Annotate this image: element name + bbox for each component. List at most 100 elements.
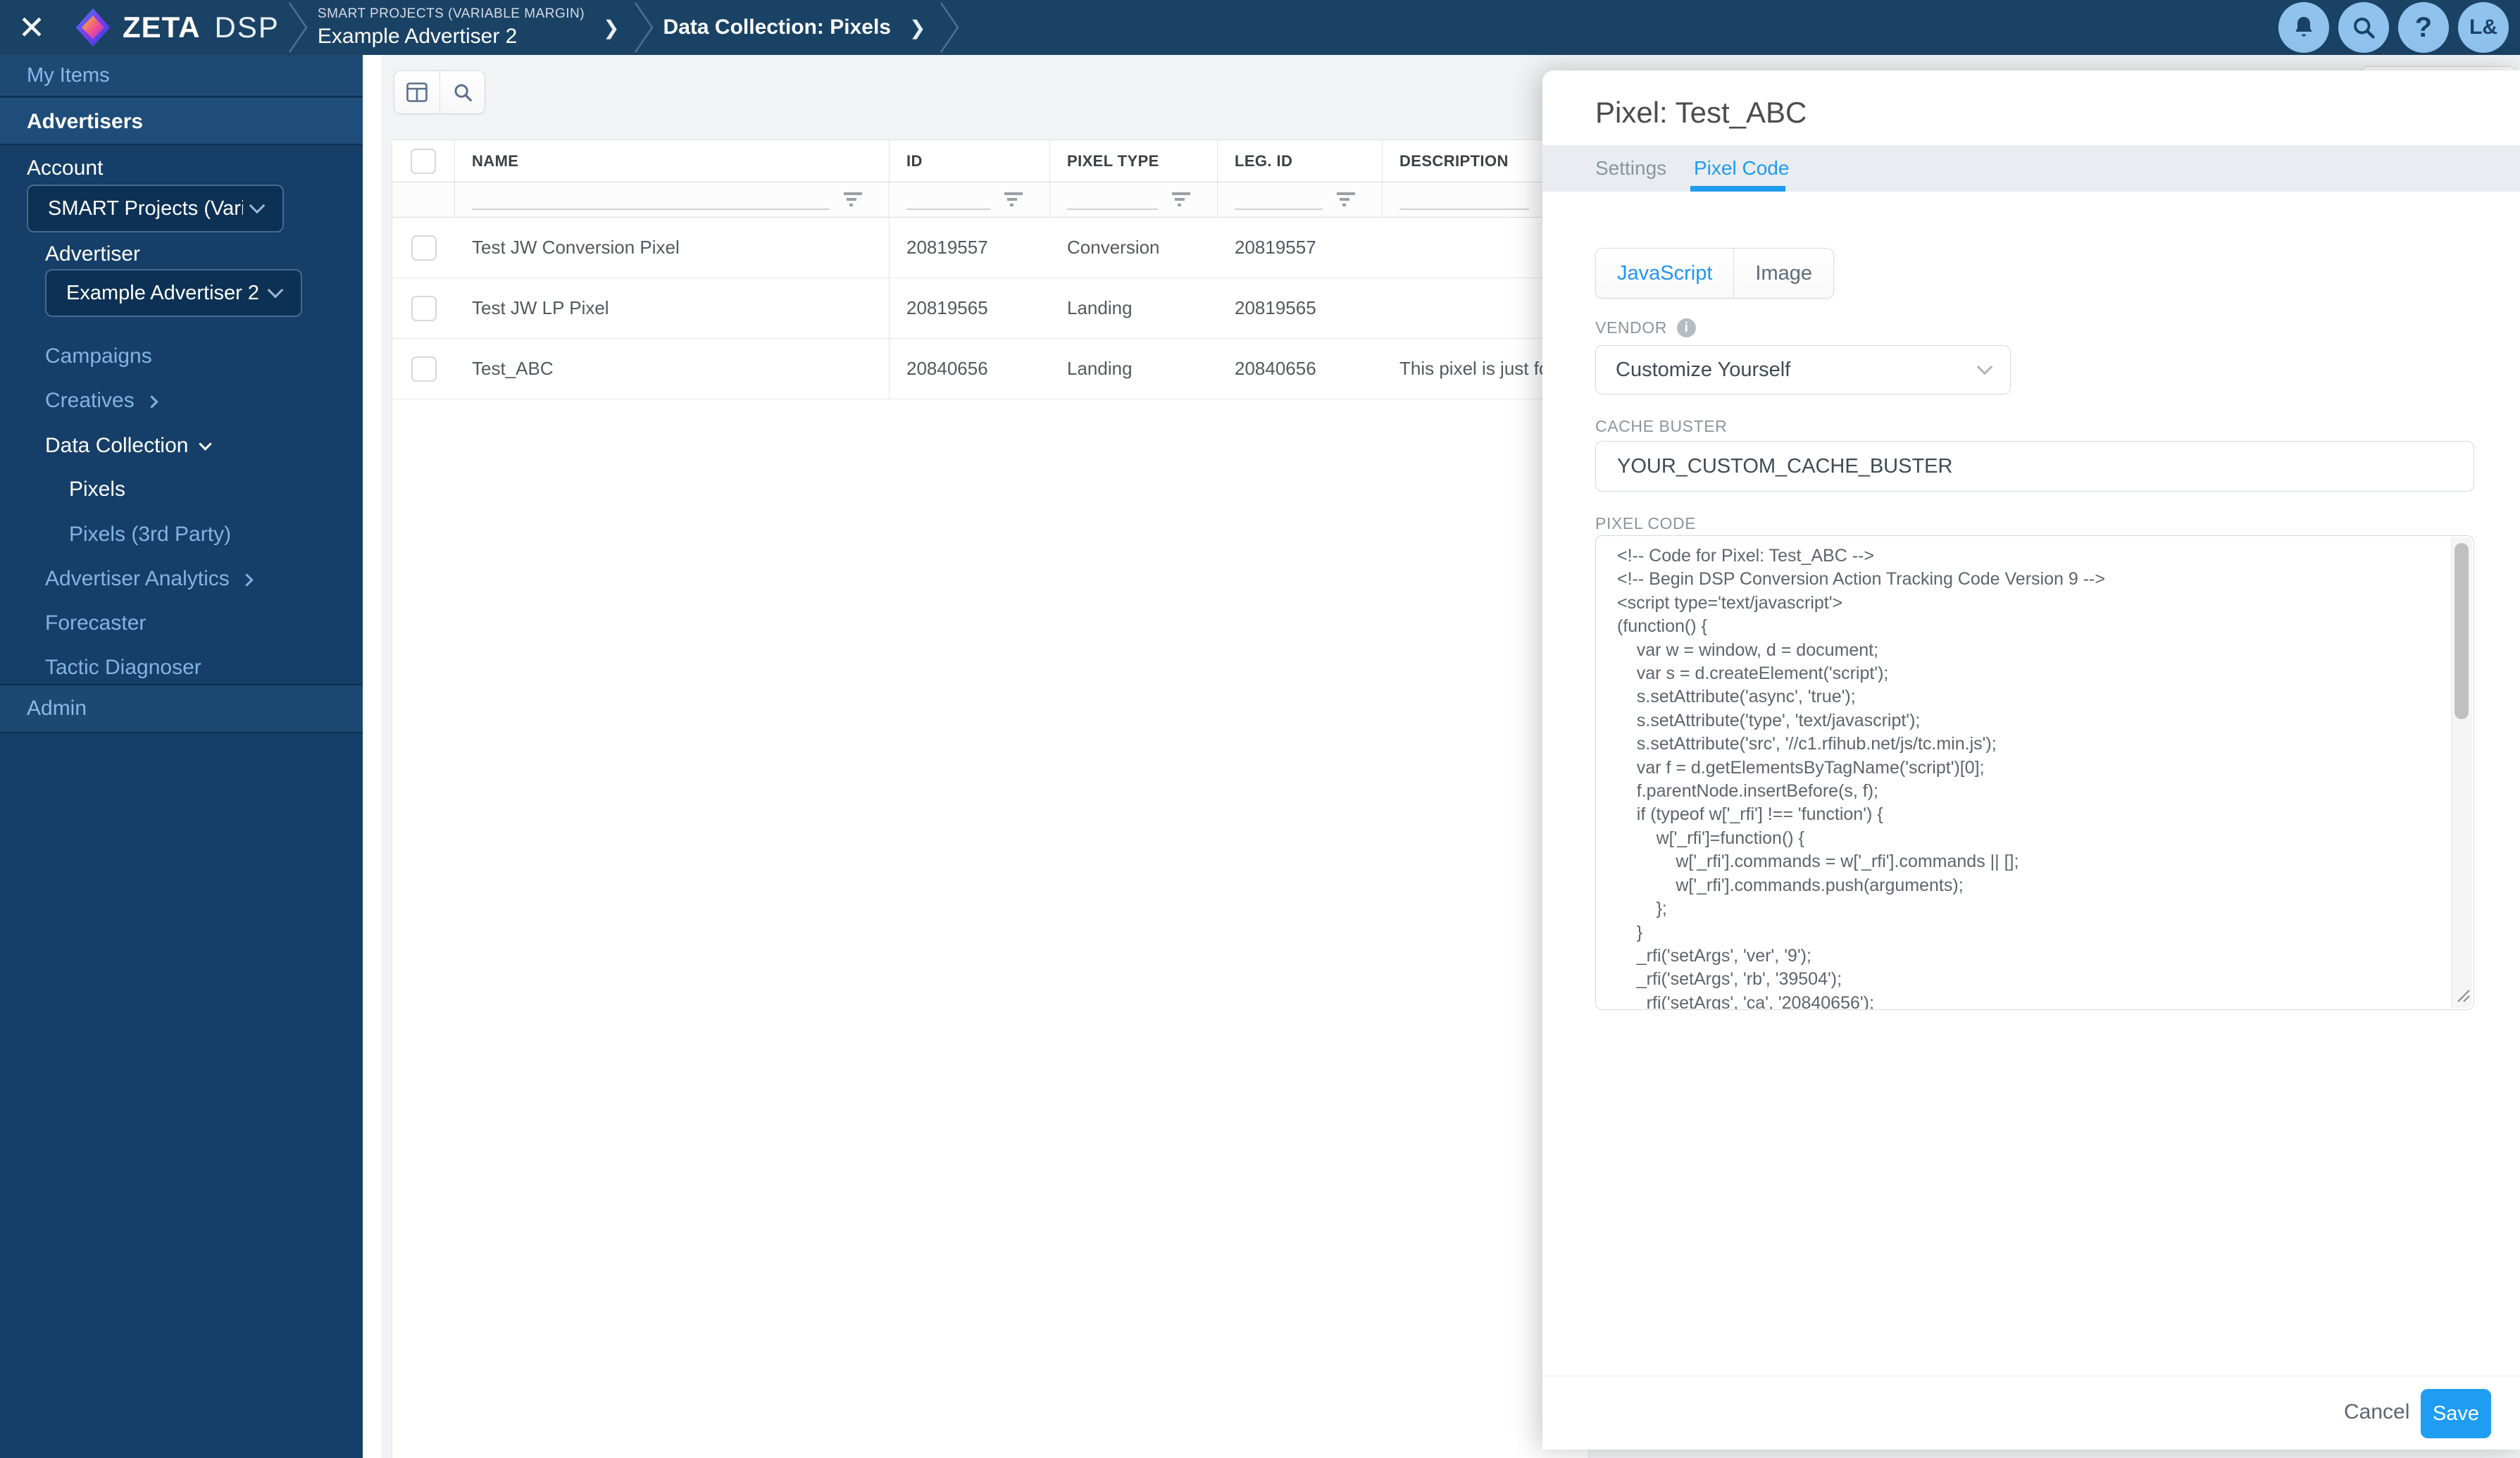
filter-cell-leg-id — [1218, 182, 1383, 217]
cell-pixel-type: Landing — [1050, 339, 1218, 399]
sidebar-item-advertiser-analytics[interactable]: Advertiser Analytics — [45, 564, 251, 594]
breadcrumb-separator — [938, 0, 962, 55]
chevron-down-icon — [199, 437, 212, 450]
table-row[interactable]: Test_ABC 20840656 Landing 20840656 This … — [392, 339, 1588, 399]
filter-icon[interactable] — [1335, 189, 1358, 213]
grid-search-button[interactable] — [439, 71, 485, 113]
breadcrumb-account-label: SMART PROJECTS (VARIABLE MARGIN) — [318, 6, 585, 22]
app: ✕ ZETA DSP SMART PROJECTS (VAR — [0, 0, 2520, 1458]
sidebar-item-pixels[interactable]: Pixels — [69, 475, 125, 504]
active-tab-indicator — [1690, 186, 1785, 192]
sidebar-item-campaigns[interactable]: Campaigns — [45, 342, 152, 371]
avatar-initials: L& — [2469, 15, 2497, 39]
close-icon[interactable]: ✕ — [0, 8, 63, 46]
table-empty-area — [392, 399, 1588, 1458]
notifications-button[interactable] — [2278, 2, 2329, 53]
sidebar-item-data-collection[interactable]: Data Collection — [45, 431, 210, 461]
zeta-dsp-logo[interactable]: ZETA DSP — [73, 8, 280, 47]
vertical-scrollbar-track — [2451, 537, 2472, 1008]
chevron-right-icon — [240, 573, 253, 586]
sidebar-item-forecaster[interactable]: Forecaster — [45, 609, 146, 638]
chevron-right-icon[interactable]: ❯ — [909, 16, 925, 39]
cell-pixel-type: Conversion — [1050, 218, 1218, 278]
table-row[interactable]: Test JW Conversion Pixel 20819557 Conver… — [392, 218, 1588, 278]
sidebar-item-advertisers[interactable]: Advertisers — [0, 99, 363, 145]
account-select[interactable]: SMART Projects (Variable M... — [27, 185, 284, 232]
cell-name: Test JW LP Pixel — [455, 278, 890, 338]
column-header-pixel-type[interactable]: PIXEL TYPE — [1050, 140, 1218, 182]
pixel-type-filter-input[interactable] — [1067, 208, 1158, 210]
user-avatar[interactable]: L& — [2458, 2, 2509, 53]
breadcrumb-separator — [632, 0, 656, 55]
breadcrumb-advertiser[interactable]: SMART PROJECTS (VARIABLE MARGIN) Example… — [318, 0, 585, 55]
columns-icon — [406, 82, 428, 102]
name-filter-input[interactable] — [472, 208, 830, 210]
advertiser-select-value: Example Advertiser 2 — [66, 282, 261, 305]
sidebar-scroll-gutter — [363, 55, 381, 1458]
search-button[interactable] — [2338, 2, 2389, 53]
cell-leg-id: 20819557 — [1218, 218, 1383, 278]
brand-dsp: DSP — [215, 11, 280, 44]
filter-icon[interactable] — [1171, 189, 1193, 213]
cancel-button[interactable]: Cancel — [2344, 1400, 2409, 1424]
account-select-value: SMART Projects (Variable M... — [48, 197, 243, 220]
column-header-id[interactable]: ID — [890, 140, 1050, 182]
chevron-down-icon — [1977, 359, 1993, 375]
search-icon — [452, 82, 473, 103]
pixel-detail-panel: Pixel: Test_ABC Settings Pixel Code Java… — [1542, 70, 2520, 1450]
table-row[interactable]: Test JW LP Pixel 20819565 Landing 208195… — [392, 278, 1588, 339]
image-toggle-button[interactable]: Image — [1733, 249, 1833, 298]
search-icon — [2351, 15, 2376, 40]
sidebar-item-creatives[interactable]: Creatives — [45, 386, 156, 416]
vendor-label: VENDOR i — [1595, 318, 1696, 337]
top-nav-icons: ? L& — [2278, 2, 2509, 53]
save-button[interactable]: Save — [2421, 1389, 2491, 1438]
sidebar-item-pixels-3rd-party[interactable]: Pixels (3rd Party) — [69, 520, 231, 549]
pixel-code-textarea[interactable]: <!-- Code for Pixel: Test_ABC --> <!-- B… — [1595, 535, 2474, 1010]
row-checkbox[interactable] — [411, 235, 437, 261]
cell-pixel-type: Landing — [1050, 278, 1218, 338]
cell-name: Test JW Conversion Pixel — [455, 218, 890, 278]
account-label: Account — [27, 156, 103, 180]
column-header-name[interactable]: NAME — [455, 140, 890, 182]
code-type-toggle: JavaScript Image — [1595, 248, 1834, 299]
vertical-scrollbar[interactable] — [2454, 543, 2469, 719]
vendor-select-value: Customize Yourself — [1616, 359, 1971, 382]
id-filter-input[interactable] — [906, 208, 990, 210]
tab-settings[interactable]: Settings — [1595, 145, 1666, 192]
resize-grip[interactable] — [2452, 985, 2471, 1007]
sidebar-item-tactic-diagnoser[interactable]: Tactic Diagnoser — [45, 653, 201, 683]
help-button[interactable]: ? — [2398, 2, 2449, 53]
sidebar: My Items Advertisers Account SMART Proje… — [0, 55, 363, 1458]
top-nav: ✕ ZETA DSP SMART PROJECTS (VAR — [0, 0, 2520, 55]
grid-toolbar — [394, 70, 485, 114]
select-all-checkbox[interactable] — [411, 149, 436, 174]
filter-icon[interactable] — [842, 189, 865, 213]
breadcrumb-page[interactable]: Data Collection: Pixels — [663, 15, 891, 39]
javascript-toggle-button[interactable]: JavaScript — [1596, 249, 1733, 298]
filter-cell-pixel-type — [1050, 182, 1218, 217]
cell-id: 20819557 — [890, 218, 1050, 278]
sidebar-item-my-items[interactable]: My Items — [0, 55, 363, 97]
info-icon[interactable]: i — [1677, 318, 1696, 337]
vendor-select[interactable]: Customize Yourself — [1595, 345, 2011, 394]
column-header-leg-id[interactable]: LEG. ID — [1218, 140, 1383, 182]
advertiser-select[interactable]: Example Advertiser 2 — [45, 269, 302, 317]
tab-pixel-code[interactable]: Pixel Code — [1694, 145, 1789, 192]
filter-cell-name — [455, 182, 890, 217]
table-header-row: NAME ID PIXEL TYPE LEG. ID DESCRIPTION — [392, 140, 1588, 182]
pixels-table: NAME ID PIXEL TYPE LEG. ID DESCRIPTION — [392, 139, 1589, 1458]
cell-leg-id: 20840656 — [1218, 339, 1383, 399]
zeta-diamond-icon — [73, 8, 113, 47]
row-checkbox[interactable] — [411, 356, 437, 382]
leg-id-filter-input[interactable] — [1235, 208, 1323, 210]
cell-id: 20819565 — [890, 278, 1050, 338]
filter-icon[interactable] — [1003, 189, 1025, 213]
chevron-right-icon[interactable]: ❯ — [603, 16, 619, 39]
pixel-code-content: <!-- Code for Pixel: Test_ABC --> <!-- B… — [1596, 536, 2474, 1009]
columns-button[interactable] — [394, 71, 439, 113]
row-checkbox[interactable] — [411, 296, 437, 321]
description-filter-input[interactable] — [1399, 208, 1529, 210]
cache-buster-input[interactable] — [1595, 441, 2474, 492]
sidebar-item-admin[interactable]: Admin — [0, 684, 363, 733]
